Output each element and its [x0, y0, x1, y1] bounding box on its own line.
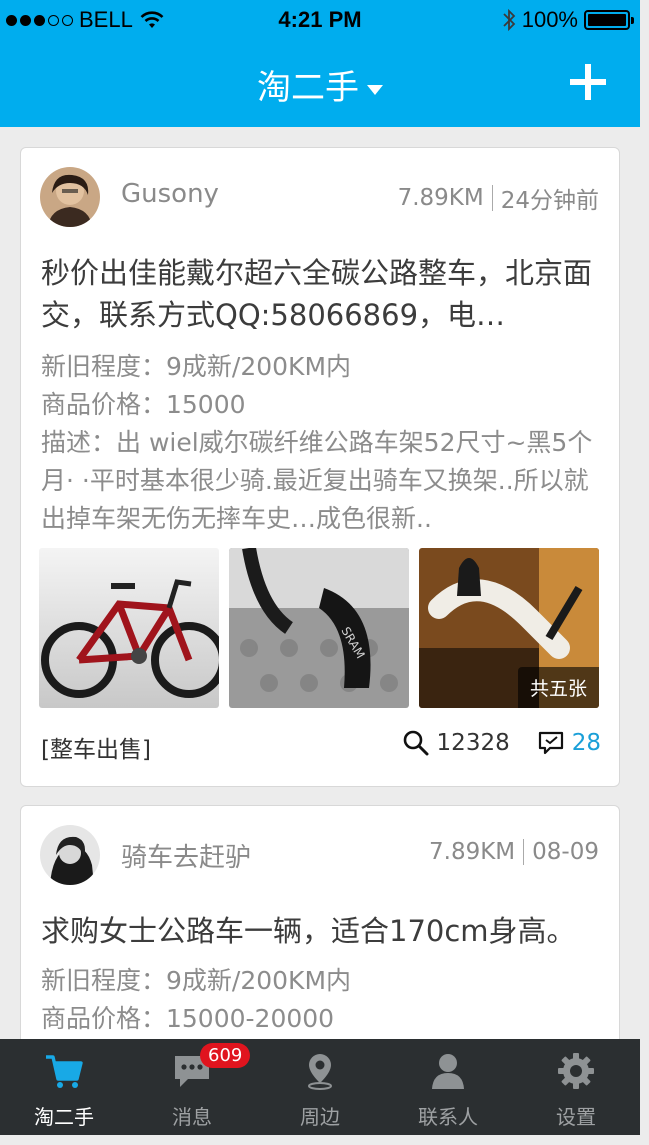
avatar[interactable] — [40, 825, 100, 885]
condition: 新旧程度：9成新/200KM内 — [41, 966, 352, 995]
tab-messages[interactable]: 609 消息 — [128, 1039, 256, 1135]
avatar[interactable] — [40, 167, 100, 227]
tab-settings[interactable]: 设置 — [512, 1039, 640, 1135]
image-count-badge: 共五张 — [517, 667, 599, 708]
distance: 7.89KM — [397, 185, 484, 211]
bluetooth-icon — [503, 8, 515, 32]
search-icon — [403, 730, 429, 756]
thumbnail-bike[interactable] — [39, 548, 219, 708]
thumbnail-handlebar[interactable]: 共五张 — [419, 548, 599, 708]
location-pin-icon — [308, 1054, 332, 1090]
nav-bar: 淘二手 — [0, 40, 640, 127]
comment-icon[interactable] — [538, 731, 564, 755]
feed-list[interactable]: Gusony 7.89KM 24分钟前 秒价出佳能戴尔超六全碳公路整车，北京面交… — [0, 127, 640, 1039]
cart-icon — [46, 1055, 83, 1088]
tab-bar: 淘二手 609 消息 周边 联系人 设置 — [0, 1039, 640, 1135]
username[interactable]: 骑车去赶驴 — [121, 837, 251, 874]
condition: 新旧程度：9成新/200KM内 — [41, 352, 352, 381]
status-bar: BELL 4:21 PM 100% — [0, 0, 640, 40]
caret-down-icon — [367, 84, 383, 95]
post-meta: 7.89KM 08-09 — [429, 839, 599, 865]
post-title[interactable]: 求购女士公路车一辆，适合170cm身高。 — [41, 910, 601, 952]
battery-icon — [584, 10, 634, 30]
post-time: 08-09 — [532, 839, 599, 865]
description: 描述：出 wiel威尔碳纤维公路车架52尺寸~黑5个月· ·平时基本很少骑.最近… — [41, 428, 593, 533]
price: 商品价格：15000 — [41, 390, 246, 419]
battery-percent: 100% — [521, 7, 578, 32]
divider — [523, 839, 525, 865]
price: 商品价格：15000-20000 — [41, 1004, 335, 1033]
tab-nearby[interactable]: 周边 — [256, 1039, 384, 1135]
category-tag[interactable]: [整车出售] — [41, 730, 151, 764]
nav-title-dropdown[interactable]: 淘二手 — [0, 60, 640, 109]
status-right: 100% — [502, 7, 634, 33]
plus-icon[interactable] — [570, 64, 606, 100]
tab-label: 设置 — [556, 1105, 596, 1129]
gear-icon — [558, 1053, 594, 1089]
tab-taoershou[interactable]: 淘二手 — [0, 1039, 128, 1135]
post-title[interactable]: 秒价出佳能戴尔超六全碳公路整车，北京面交，联系方式QQ:58066869，电… — [41, 252, 601, 336]
post-card[interactable]: Gusony 7.89KM 24分钟前 秒价出佳能戴尔超六全碳公路整车，北京面交… — [20, 147, 620, 787]
nav-title: 淘二手 — [257, 68, 359, 108]
distance: 7.89KM — [429, 839, 516, 865]
top-bar: BELL 4:21 PM 100% 淘二手 — [0, 0, 640, 127]
post-footer: [整车出售] 12328 28 — [41, 726, 601, 766]
post-time: 24分钟前 — [500, 188, 599, 214]
tab-contacts[interactable]: 联系人 — [384, 1039, 512, 1135]
thumbnail-shifter[interactable]: SRAM — [229, 548, 409, 708]
post-card[interactable]: 骑车去赶驴 7.89KM 08-09 求购女士公路车一辆，适合170cm身高。 … — [20, 805, 620, 1039]
tab-label: 周边 — [300, 1105, 340, 1129]
view-count: 12328 — [436, 730, 510, 756]
comment-count[interactable]: 28 — [572, 730, 601, 756]
divider — [491, 185, 493, 211]
tab-label: 消息 — [172, 1105, 212, 1129]
tab-label: 淘二手 — [34, 1105, 94, 1129]
tab-label: 联系人 — [418, 1105, 478, 1129]
post-meta: 7.89KM 24分钟前 — [398, 181, 599, 215]
person-icon — [432, 1054, 464, 1089]
image-gallery[interactable]: SRAM 共五张 — [39, 548, 601, 708]
post-stats: 12328 28 — [403, 730, 601, 756]
unread-badge: 609 — [200, 1043, 251, 1068]
username[interactable]: Gusony — [121, 179, 219, 209]
